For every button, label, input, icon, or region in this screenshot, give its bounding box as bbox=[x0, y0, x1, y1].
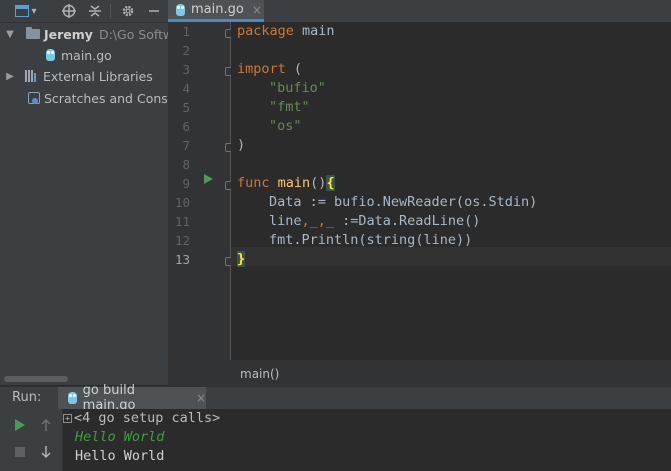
code-line-9: func main(){ bbox=[237, 175, 335, 191]
close-icon[interactable]: × bbox=[252, 3, 262, 17]
arrow-down-icon[interactable] bbox=[38, 444, 54, 460]
folder-icon bbox=[26, 27, 40, 39]
project-view-selector[interactable]: ▾ bbox=[12, 3, 40, 19]
tab-label: main.go bbox=[191, 2, 244, 17]
stop-icon[interactable] bbox=[12, 444, 28, 460]
tab-main-go[interactable]: main.go × bbox=[168, 0, 264, 22]
line-number: 8 bbox=[182, 157, 190, 172]
tab-run-config[interactable]: go build main.go × bbox=[58, 383, 206, 413]
code-line-12: fmt.Println(string(line)) bbox=[269, 232, 473, 248]
code-line-7: ) bbox=[237, 137, 246, 153]
line-number: 11 bbox=[174, 214, 190, 229]
tree-item-label: main.go bbox=[61, 47, 112, 63]
libraries-icon bbox=[25, 70, 39, 82]
tree-root-label: Jeremy bbox=[44, 26, 93, 42]
tree-item-label: Scratches and Consol bbox=[44, 90, 169, 106]
run-panel-header: Run: go build main.go × bbox=[0, 383, 671, 413]
breadcrumb-item-main[interactable]: main() bbox=[240, 367, 279, 381]
close-icon[interactable]: × bbox=[196, 391, 206, 405]
project-view-icon bbox=[15, 5, 30, 17]
editor-gutter[interactable]: 1 2 3 4 5 6 7 8 9 10 11 12 13 bbox=[168, 22, 234, 360]
line-number: 5 bbox=[182, 100, 190, 115]
code-line-6: "os" bbox=[269, 118, 302, 134]
line-number: 4 bbox=[182, 81, 190, 96]
line-number: 3 bbox=[182, 62, 190, 77]
code-line-13: } bbox=[237, 251, 246, 267]
code-line-11: line,_,_ :=Data.ReadLine() bbox=[269, 213, 481, 229]
run-console[interactable]: + <4 go setup calls> Hello World Hello Wo… bbox=[63, 409, 671, 471]
scratches-icon bbox=[28, 92, 40, 104]
line-number: 12 bbox=[174, 233, 190, 248]
code-line-1: package main bbox=[237, 23, 335, 39]
tree-root-path: D:\Go Softwa bbox=[98, 26, 168, 42]
minimize-icon[interactable] bbox=[146, 3, 162, 19]
code-line-5: "fmt" bbox=[269, 99, 310, 115]
line-number: 2 bbox=[182, 43, 190, 58]
console-output-line: Hello World bbox=[75, 429, 165, 445]
expand-arrow-icon[interactable]: ▼ bbox=[4, 29, 16, 40]
line-number: 6 bbox=[182, 119, 190, 134]
run-toolbar bbox=[0, 409, 63, 471]
rerun-icon[interactable] bbox=[12, 417, 28, 433]
go-file-icon bbox=[68, 392, 77, 404]
horizontal-scrollbar[interactable] bbox=[4, 376, 68, 382]
gear-icon[interactable] bbox=[119, 3, 137, 19]
project-toolbar: ▾ bbox=[0, 0, 168, 23]
editor-tab-bar: main.go × bbox=[168, 0, 671, 23]
line-number: 1 bbox=[182, 24, 190, 39]
toolbar-separator bbox=[110, 4, 111, 18]
console-output-line: Hello World bbox=[75, 448, 165, 464]
line-number-current: 13 bbox=[174, 252, 190, 267]
run-label: Run: bbox=[12, 390, 42, 405]
line-number: 7 bbox=[182, 138, 190, 153]
collapse-all-icon[interactable] bbox=[86, 3, 104, 19]
run-gutter-icon[interactable] bbox=[204, 174, 213, 184]
tree-item-main-go[interactable]: main.go bbox=[46, 45, 112, 65]
arrow-up-icon[interactable] bbox=[38, 417, 54, 433]
tree-root-jeremy[interactable]: ▼ Jeremy D:\Go Softwa bbox=[0, 24, 168, 44]
line-number: 10 bbox=[174, 195, 190, 210]
project-panel: ▾ ▼ Jeremy D:\Go Softwa main.go ▶ Extern… bbox=[0, 0, 169, 385]
crosshair-icon[interactable] bbox=[60, 3, 78, 19]
breadcrumb: main() bbox=[168, 360, 671, 386]
tree-item-scratches[interactable]: Scratches and Consol bbox=[28, 88, 169, 108]
expand-plus-icon[interactable]: + bbox=[63, 413, 72, 423]
code-line-4: "bufio" bbox=[269, 80, 326, 96]
collapsed-arrow-icon[interactable]: ▶ bbox=[4, 71, 16, 82]
code-line-3: import ( bbox=[237, 61, 303, 77]
code-line-10: Data := bufio.NewReader(os.Stdin) bbox=[269, 194, 538, 210]
tree-item-label: External Libraries bbox=[43, 68, 153, 84]
code-editor[interactable]: package main import ( "bufio" "fmt" "os"… bbox=[231, 22, 671, 360]
tree-item-external-libraries[interactable]: ▶ External Libraries bbox=[0, 66, 153, 86]
dropdown-caret: ▾ bbox=[31, 5, 37, 17]
line-number: 9 bbox=[182, 176, 190, 191]
go-file-icon bbox=[176, 3, 185, 16]
setup-calls-fold[interactable]: + <4 go setup calls> bbox=[63, 409, 220, 428]
go-file-icon bbox=[46, 49, 55, 61]
